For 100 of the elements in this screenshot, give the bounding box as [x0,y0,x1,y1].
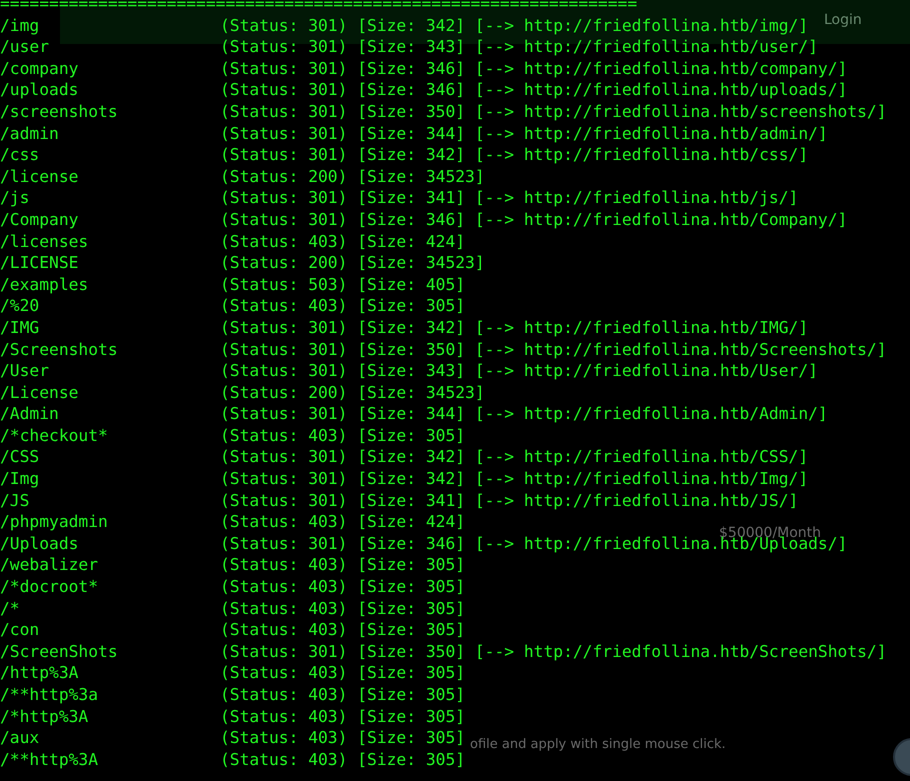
size-text: [Size: 346] [357,208,466,231]
path-text: /*http%3A [0,706,90,728]
path-text: /**http%3A [0,748,100,770]
redirect-text: [--> http://friedfollina.htb/css/] [474,144,808,166]
redirect-text: [--> http://friedfollina.htb/uploads/] [474,79,848,101]
size-text: [Size: 342] [357,468,466,490]
redirect-text: [--> http://friedfollina.htb/company/] [474,58,848,80]
path-text: /LICENSE [0,252,80,274]
size-text: [Size: 305] [357,576,466,598]
size-text: [Size: 305] [357,662,466,684]
status-text: (Status: 301) [220,58,348,80]
path-text: /examples [0,274,90,296]
size-text: [Size: 342] [357,316,466,338]
size-text: [Size: 343] [357,360,466,382]
status-text: (Status: 301) [220,316,348,338]
redirect-text: [--> http://friedfollina.htb/ScreenShots/] [474,640,887,662]
size-text: [Size: 350] [357,100,466,123]
size-text: [Size: 342] [357,14,466,36]
path-text: /Uploads [0,532,80,554]
path-text: /licenses [0,230,90,252]
path-text: /Screenshots [0,338,119,360]
size-text: [Size: 341] [357,490,466,512]
status-text: (Status: 403) [220,424,348,446]
path-text: /%20 [0,295,40,317]
status-text: (Status: 403) [220,706,348,728]
status-text: (Status: 301) [220,532,348,554]
redirect-text: [--> http://friedfollina.htb/Img/] [474,468,808,490]
path-text: /* [0,598,21,620]
status-text: (Status: 200) [220,166,348,188]
redirect-text: [--> http://friedfollina.htb/screenshots/] [474,100,887,123]
status-text: (Status: 301) [220,208,348,231]
redirect-text: [--> http://friedfollina.htb/Admin/] [474,403,828,425]
status-text: (Status: 403) [220,748,348,770]
status-text: (Status: 301) [220,490,348,512]
status-text: (Status: 301) [220,403,348,425]
path-text: /**http%3a [0,684,100,706]
status-text: (Status: 200) [220,252,348,274]
status-text: (Status: 301) [220,144,348,166]
status-text: (Status: 301) [220,14,348,36]
status-text: (Status: 403) [220,295,348,317]
size-text: [Size: 305] [357,748,466,770]
status-text: (Status: 301) [220,79,348,101]
path-text: /js [0,187,30,209]
path-text: /admin [0,122,60,144]
path-text: /license [0,166,80,188]
status-text: (Status: 301) [220,360,348,382]
size-text: [Size: 305] [357,598,466,620]
path-text: /img [0,14,40,36]
status-text: (Status: 200) [220,382,348,404]
redirect-text: [--> http://friedfollina.htb/User/] [474,360,818,382]
path-text: /webalizer [0,554,100,576]
status-text: (Status: 403) [220,511,348,533]
size-text: [Size: 344] [357,403,466,425]
status-text: (Status: 403) [220,727,348,749]
size-text: [Size: 305] [357,554,466,576]
status-text: (Status: 301) [220,122,348,144]
size-text: [Size: 305] [357,295,466,317]
path-text: /ScreenShots [0,640,119,662]
path-text: /*checkout* [0,424,109,446]
size-text: [Size: 405] [357,274,466,296]
path-text: /Company [0,208,80,231]
path-text: /aux [0,727,40,749]
size-text: [Size: 34523] [357,382,485,404]
tagline-text: ofile and apply with single mouse click. [470,737,726,752]
size-text: [Size: 424] [357,230,466,252]
path-text: /user [0,36,50,58]
redirect-text: [--> http://friedfollina.htb/user/] [474,36,818,58]
size-text: [Size: 342] [357,446,466,468]
status-text: (Status: 301) [220,446,348,468]
size-text: [Size: 305] [357,727,466,749]
separator-line: ================================================================= [0,0,638,15]
path-text: /IMG [0,316,40,338]
size-text: [Size: 342] [357,144,466,166]
size-text: [Size: 305] [357,684,466,706]
path-text: /phpmyadmin [0,511,109,533]
path-text: /JS [0,490,30,512]
path-text: /Admin [0,403,60,425]
path-text: /uploads [0,79,80,101]
redirect-text: [--> http://friedfollina.htb/Screenshots/] [474,338,887,360]
redirect-text: [--> http://friedfollina.htb/js/] [474,187,798,209]
size-text: [Size: 341] [357,187,466,209]
path-text: /*docroot* [0,576,100,598]
redirect-text: [--> http://friedfollina.htb/admin/] [474,122,828,144]
redirect-text: [--> http://friedfollina.htb/IMG/] [474,316,808,338]
path-text: /http%3A [0,662,80,684]
size-text: [Size: 305] [357,424,466,446]
size-text: [Size: 424] [357,511,466,533]
path-text: /Img [0,468,40,490]
size-text: [Size: 344] [357,122,466,144]
redirect-text: [--> http://friedfollina.htb/Company/] [474,208,848,231]
status-text: (Status: 403) [220,576,348,598]
status-text: (Status: 503) [220,274,348,296]
status-text: (Status: 403) [220,598,348,620]
status-text: (Status: 301) [220,36,348,58]
path-text: /css [0,144,40,166]
size-text: [Size: 34523] [357,252,485,274]
size-text: [Size: 343] [357,36,466,58]
path-text: /License [0,382,80,404]
redirect-text: [--> http://friedfollina.htb/JS/] [474,490,798,512]
status-text: (Status: 403) [220,230,348,252]
